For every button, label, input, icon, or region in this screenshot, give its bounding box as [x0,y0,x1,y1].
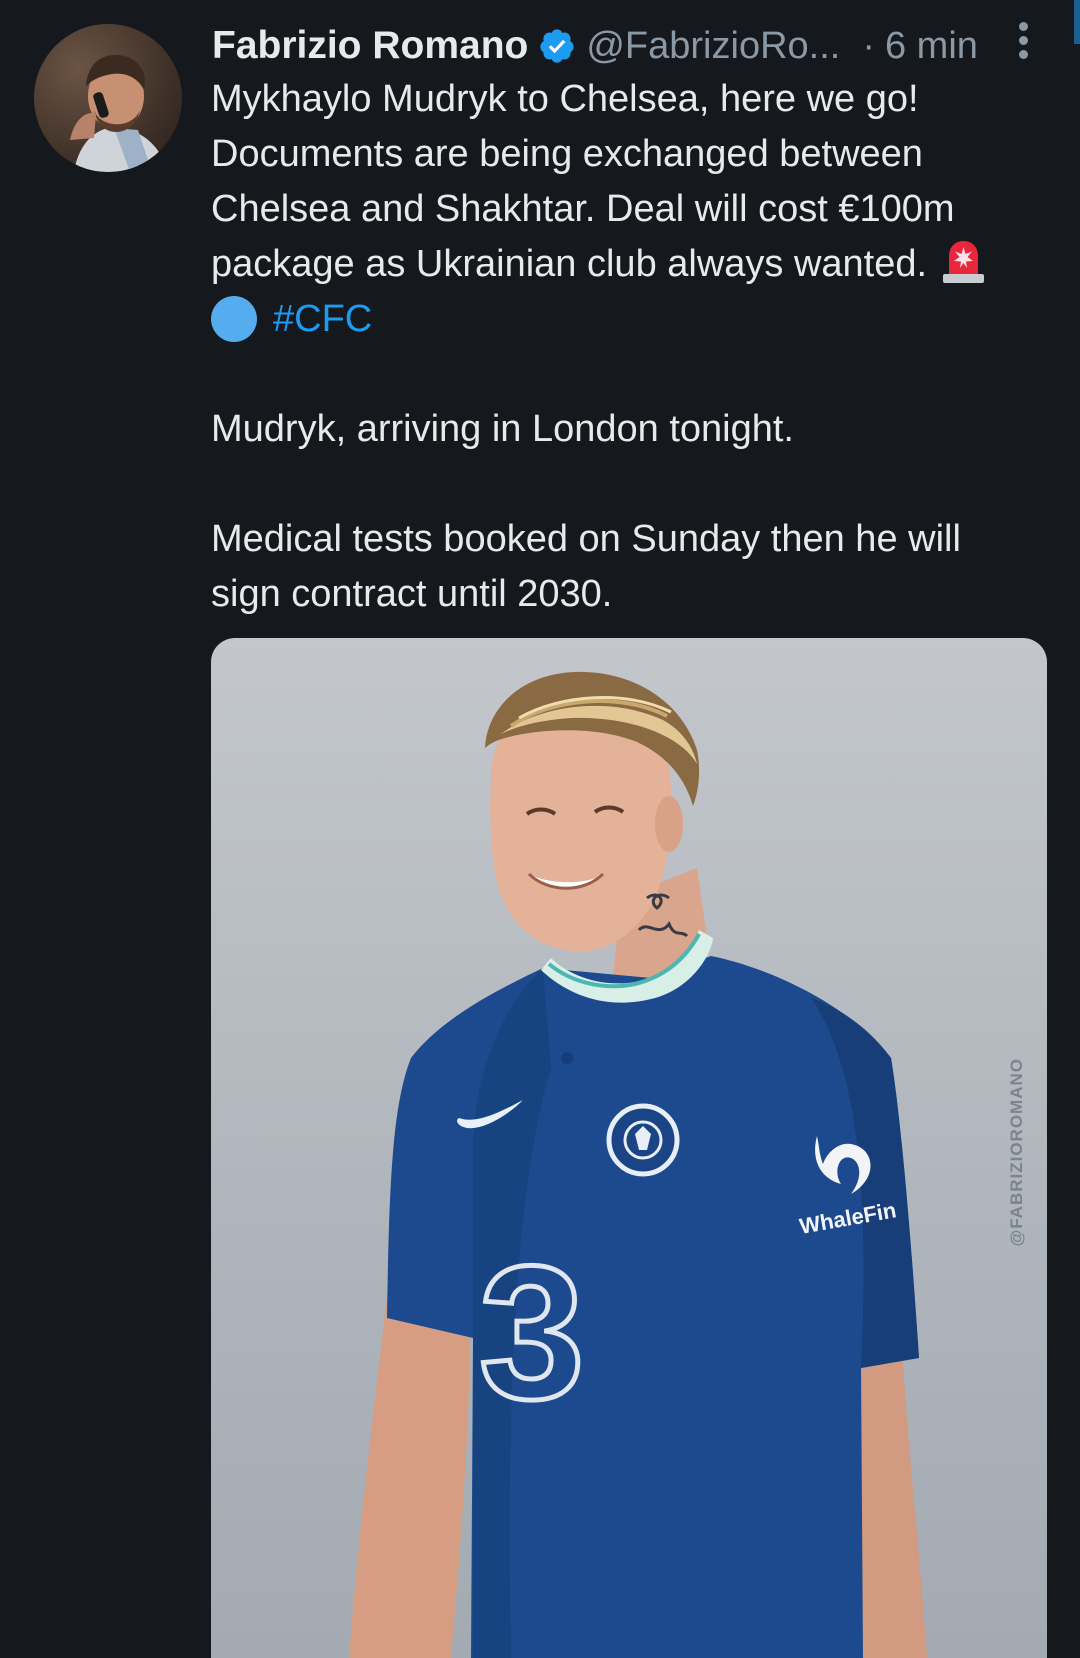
more-options-icon[interactable] [1013,22,1033,62]
tweet-line: Medical tests booked on Sunday then he w… [211,518,961,560]
tweet-text: Mykhaylo Mudryk to Chelsea, here we go! … [211,72,1041,622]
hashtag-link[interactable]: #CFC [273,298,372,340]
tweet[interactable]: Fabrizio Romano @FabrizioRo... · 6 min M… [0,0,1080,1658]
tweet-line-with-emoji: package as Ukrainian club always wanted. [211,237,1041,292]
meta-separator: · [862,24,875,67]
tweet-header: Fabrizio Romano @FabrizioRo... · 6 min [212,18,1022,74]
tweet-line: Chelsea and Shakhtar. Deal will cost €10… [211,188,955,230]
tweet-media-image[interactable]: WhaleFin 3 @FABRIZIOROMANO [211,638,1047,1658]
shirt-number: 3 [479,1227,585,1439]
tweet-paragraph: Mudryk, arriving in London tonight. [211,408,794,450]
tweet-line-hashtag: #CFC [211,292,1041,347]
player-photo: WhaleFin 3 [349,671,927,1658]
tweet-line: sign contract until 2030. [211,573,613,615]
police-car-light-emoji [943,241,985,283]
media-watermark: @FABRIZIOROMANO [1007,1058,1026,1247]
author-display-name[interactable]: Fabrizio Romano [212,24,528,68]
tweet-line: package as Ukrainian club always wanted. [211,243,928,285]
tweet-line: Documents are being exchanged between [211,133,923,175]
tweet-timestamp[interactable]: 6 min [885,25,978,68]
blue-circle-emoji [211,296,257,342]
author-handle[interactable]: @FabrizioRo... [586,25,840,68]
author-avatar[interactable] [34,24,182,172]
verified-badge-icon [540,29,574,63]
tweet-line: Mykhaylo Mudryk to Chelsea, here we go! [211,78,919,120]
